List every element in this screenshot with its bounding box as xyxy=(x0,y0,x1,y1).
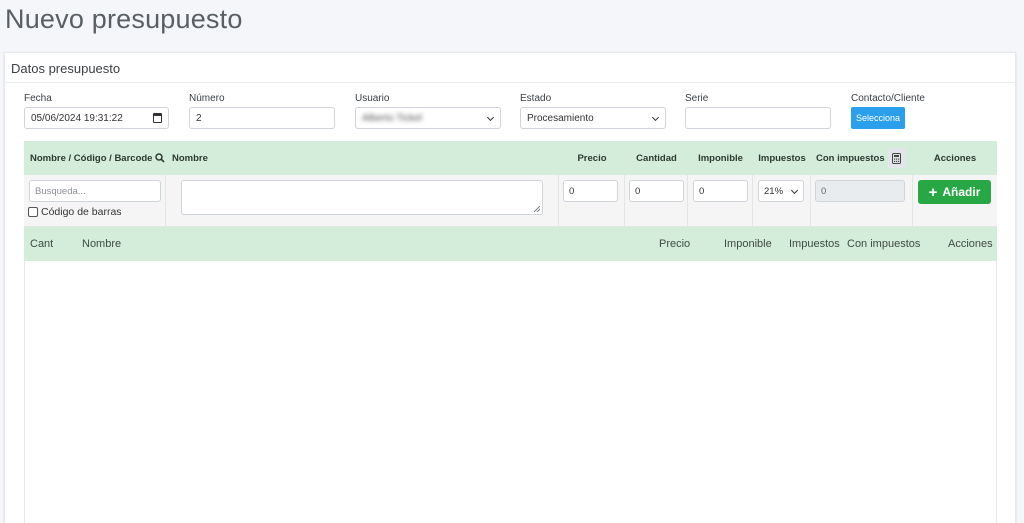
quote-fields: Fecha 05/06/2024 19:31:22 Número 2 Usuar… xyxy=(5,91,1015,135)
plus-icon: + xyxy=(928,183,938,201)
con-impuestos-input: 0 xyxy=(815,180,905,202)
nombre-textarea[interactable] xyxy=(181,180,543,215)
header-imponible: Imponible xyxy=(698,152,743,164)
lines-header-nombre: Nombre xyxy=(82,238,122,250)
fecha-label: Fecha xyxy=(24,93,52,104)
impuestos-select[interactable]: 21% xyxy=(758,180,804,202)
header-impuestos: Impuestos xyxy=(758,152,806,164)
barcode-checkbox-row[interactable]: Código de barras xyxy=(28,206,122,218)
header-acciones: Acciones xyxy=(933,152,977,164)
impuestos-cell: 21% xyxy=(753,175,811,226)
usuario-value: Alberto Tickel xyxy=(362,112,423,124)
cantidad-input[interactable]: 0 xyxy=(629,180,684,202)
fecha-field-group: Fecha 05/06/2024 19:31:22 xyxy=(24,91,169,129)
estado-value: Procesamiento xyxy=(527,112,594,124)
entry-table-header: Nombre / Código / Barcode Nombre Precio … xyxy=(24,141,997,175)
header-con-impuestos: Con impuestos xyxy=(811,141,913,175)
product-entry-grid: Nombre / Código / Barcode Nombre Precio … xyxy=(24,141,997,523)
imponible-input[interactable]: 0 xyxy=(693,180,748,202)
quote-card: Datos presupuesto Fecha 05/06/2024 19:31… xyxy=(4,52,1016,523)
fecha-value: 05/06/2024 19:31:22 xyxy=(31,112,123,124)
barcode-checkbox-label: Código de barras xyxy=(41,206,122,218)
numero-label: Número xyxy=(189,93,225,104)
usuario-field-group: Usuario Alberto Tickel xyxy=(355,91,501,129)
calculator-icon[interactable] xyxy=(887,148,906,168)
add-button[interactable]: + Añadir xyxy=(918,180,991,204)
usuario-label: Usuario xyxy=(355,93,390,104)
header-con-impuestos-label: Con impuestos xyxy=(816,152,885,164)
usuario-select[interactable]: Alberto Tickel xyxy=(355,107,501,129)
contacto-label: Contacto/Cliente xyxy=(851,93,925,104)
estado-label: Estado xyxy=(520,93,552,104)
acciones-cell: + Añadir xyxy=(913,175,997,226)
header-cantidad: Cantidad xyxy=(636,152,677,164)
search-icon xyxy=(155,153,166,163)
card-header: Datos presupuesto xyxy=(5,53,1015,83)
numero-input[interactable]: 2 xyxy=(189,107,335,129)
header-nombre: Nombre xyxy=(172,152,208,164)
lines-header-imponible: Imponible xyxy=(724,238,772,250)
lines-table-header: Cant Nombre Precio Imponible Impuestos C… xyxy=(24,227,997,261)
page-title: Nuevo presupuesto xyxy=(5,4,243,34)
serie-field-group: Serie xyxy=(685,91,831,129)
resize-handle[interactable] xyxy=(534,206,540,212)
header-precio: Precio xyxy=(577,152,607,164)
codigo-cell: Busqueda... Código de barras xyxy=(24,175,166,226)
lines-table-body xyxy=(24,261,997,523)
fecha-input[interactable]: 05/06/2024 19:31:22 xyxy=(24,107,169,129)
nombre-cell xyxy=(166,175,559,226)
serie-input[interactable] xyxy=(685,107,831,129)
imponible-cell: 0 xyxy=(688,175,753,226)
serie-label: Serie xyxy=(685,93,709,104)
add-button-label: Añadir xyxy=(942,185,981,199)
contacto-field-group: Contacto/Cliente Selecciona xyxy=(851,91,971,129)
header-codigo: Nombre / Código / Barcode xyxy=(24,141,166,175)
lines-header-acciones: Acciones xyxy=(948,238,993,250)
precio-cell: 0 xyxy=(559,175,625,226)
lines-header-precio: Precio xyxy=(659,238,691,250)
lines-header-impuestos: Impuestos xyxy=(789,238,840,250)
entry-row: Busqueda... Código de barras 0 0 0 21% 0… xyxy=(24,175,997,227)
numero-field-group: Número 2 xyxy=(189,91,335,129)
estado-select[interactable]: Procesamiento xyxy=(520,107,666,129)
con-impuestos-cell: 0 xyxy=(811,175,913,226)
header-codigo-label: Nombre / Código / Barcode xyxy=(30,152,153,164)
precio-input[interactable]: 0 xyxy=(563,180,618,202)
estado-field-group: Estado Procesamiento xyxy=(520,91,666,129)
barcode-checkbox[interactable] xyxy=(28,207,38,217)
lines-header-cant: Cant xyxy=(30,238,54,250)
select-contact-button[interactable]: Selecciona xyxy=(851,107,906,129)
search-input[interactable]: Busqueda... xyxy=(29,180,161,202)
calendar-icon[interactable] xyxy=(153,113,162,123)
lines-header-con-impuestos: Con impuestos xyxy=(847,238,921,250)
numero-value: 2 xyxy=(196,112,202,124)
cantidad-cell: 0 xyxy=(625,175,688,226)
